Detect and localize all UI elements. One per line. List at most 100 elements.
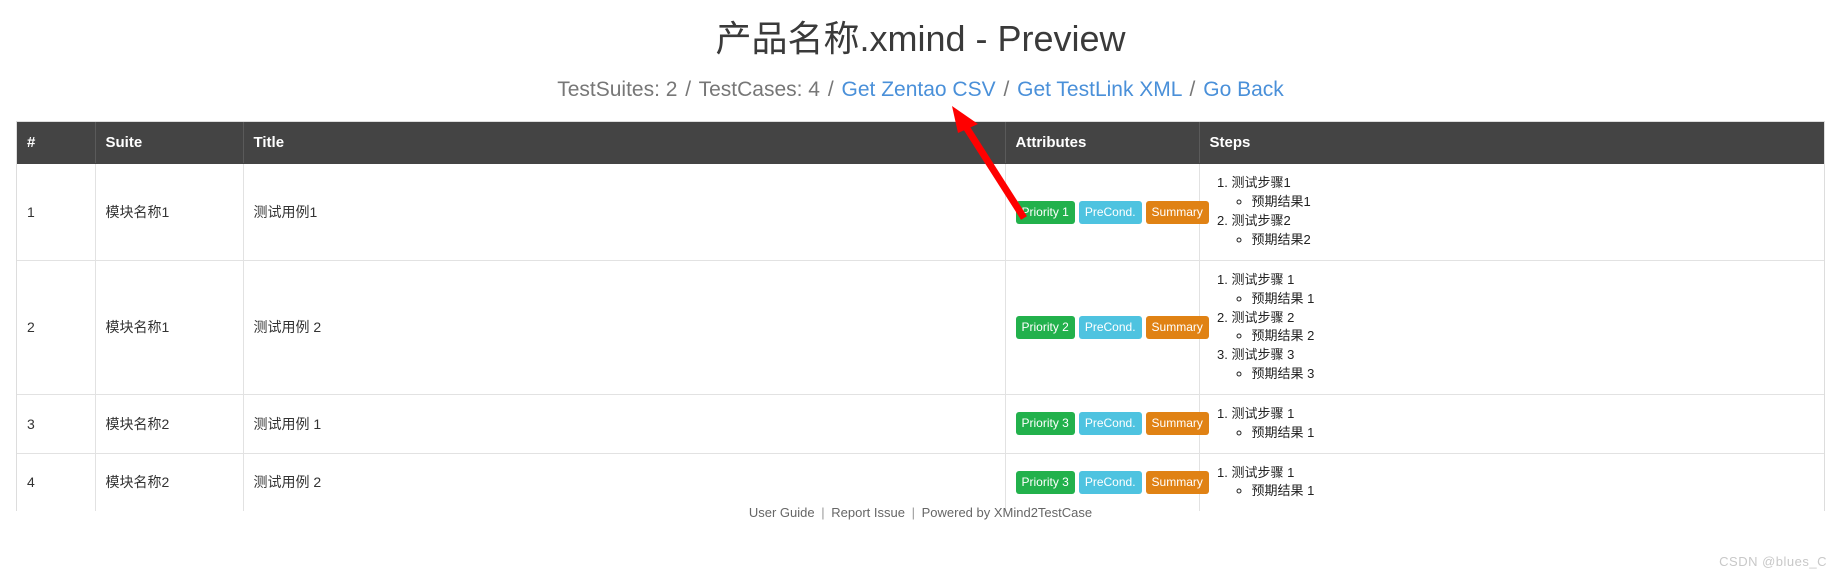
cell-steps: 测试步骤1 预期结果1测试步骤2 预期结果2 [1199, 164, 1824, 260]
table-row[interactable]: 4模块名称2测试用例 2 Priority 3PreCond.Summary 测试步… [17, 452, 1824, 512]
summary-badge[interactable]: Summary [1145, 315, 1209, 339]
cell-suite: 模块名称1 [95, 163, 244, 261]
step-item: 测试步骤 1 预期结果 1 [1232, 464, 1815, 502]
get-zentao-csv-link[interactable]: Get Zentao CSV [842, 78, 996, 101]
get-testlink-xml-link[interactable]: Get TestLink XML [1017, 78, 1182, 101]
footer-separator-2: | [911, 505, 915, 520]
precondition-badge[interactable]: PreCond. [1078, 200, 1142, 224]
expected-result-list: 预期结果2 [1232, 231, 1815, 250]
testcases-table-container: # Suite Title Attributes Steps 1 模块名称1 测试用… [16, 121, 1825, 512]
step-item: 测试步骤2 预期结果2 [1232, 212, 1815, 250]
summary-separator-3: / [1003, 78, 1010, 102]
cell-suite: 模块名称2 [95, 452, 244, 512]
cell-suite: 模块名称1 [95, 259, 244, 395]
expected-result-list: 预期结果 2 [1232, 327, 1815, 346]
summary-badge[interactable]: Summary [1145, 412, 1209, 436]
badge-group: Priority 1 PreCond. Summary [1015, 200, 1209, 224]
step-item: 测试步骤 1 预期结果 1 [1232, 405, 1815, 443]
expected-result-item: 预期结果 1 [1252, 424, 1815, 443]
priority-badge[interactable]: Priority 3 [1015, 470, 1075, 494]
priority-badge[interactable]: Priority 1 [1015, 200, 1075, 224]
testsuites-count: TestSuites: 2 [557, 78, 678, 102]
badge-group: Priority 2 PreCond. Summary [1015, 315, 1209, 339]
footer-separator-1: | [821, 505, 825, 520]
column-header-suite[interactable]: Suite [95, 122, 244, 165]
cell-title: 测试用例 2 [243, 259, 1006, 395]
step-item: 测试步骤1 预期结果1 [1232, 174, 1815, 212]
badge-group: Priority 3 PreCond. Summary [1015, 470, 1209, 494]
step-action: 测试步骤 3 [1231, 347, 1295, 363]
expected-result-list: 预期结果 3 [1232, 365, 1815, 384]
table-row[interactable]: 1模块名称1测试用例1Priority 1PreCond.Summary测试步骤… [17, 163, 1824, 261]
cell-index: 3 [17, 393, 96, 454]
footer: User Guide | Report Issue | Powered by X… [0, 505, 1841, 520]
cell-attributes: Priority 2 PreCond. Summary [1005, 259, 1209, 395]
precondition-badge[interactable]: PreCond. [1078, 470, 1142, 494]
cell-index: 4 [17, 452, 96, 512]
expected-result-item: 预期结果 3 [1252, 365, 1815, 384]
cell-index: 1 [17, 163, 96, 261]
expected-result-item: 预期结果 1 [1252, 482, 1815, 501]
step-item: 测试步骤 2 预期结果 2 [1232, 309, 1815, 347]
summary-bar: TestSuites: 2 / TestCases: 4 / Get Zenta… [0, 60, 1841, 103]
cell-index: 2 [17, 259, 96, 395]
column-header-steps[interactable]: Steps [1199, 122, 1824, 165]
precondition-badge[interactable]: PreCond. [1078, 412, 1142, 436]
steps-list: 测试步骤 1 预期结果 1 [1210, 405, 1815, 443]
preview-page: 产品名称.xmind - Preview TestSuites: 2 / Tes… [0, 0, 1841, 578]
expected-result-item: 预期结果2 [1252, 231, 1815, 250]
step-action: 测试步骤 1 [1231, 464, 1295, 480]
step-item: 测试步骤 1 预期结果 1 [1232, 271, 1815, 309]
cell-steps: 测试步骤 1 预期结果 1测试步骤 2 预期结果 2测试步骤 3 预期结果 3 [1199, 259, 1824, 395]
cell-steps: 测试步骤 1 预期结果 1 [1199, 452, 1824, 512]
step-action: 测试步骤2 [1231, 213, 1291, 229]
testcases-table: # Suite Title Attributes Steps 1 模块名称1 测试用… [17, 122, 1824, 512]
step-action: 测试步骤 1 [1231, 405, 1295, 421]
step-item: 测试步骤 3 预期结果 3 [1232, 346, 1815, 384]
expected-result-list: 预期结果 1 [1232, 482, 1815, 501]
column-header-title[interactable]: Title [243, 122, 1006, 165]
watermark: CSDN @blues_C [1719, 554, 1827, 569]
cell-attributes: Priority 1 PreCond. Summary [1005, 163, 1209, 261]
page-title: 产品名称.xmind - Preview [715, 18, 1126, 59]
summary-badge[interactable]: Summary [1145, 470, 1209, 494]
expected-result-item: 预期结果 2 [1252, 327, 1815, 346]
step-action: 测试步骤1 [1231, 175, 1291, 191]
summary-separator-1: / [685, 78, 692, 102]
cell-title: 测试用例 2 [243, 452, 1006, 512]
cell-attributes: Priority 3 PreCond. Summary [1005, 393, 1209, 454]
table-header-row: # Suite Title Attributes Steps [17, 122, 1824, 165]
report-issue-link[interactable]: Report Issue [831, 505, 905, 520]
steps-list: 测试步骤 1 预期结果 1 [1210, 464, 1815, 502]
go-back-link[interactable]: Go Back [1203, 78, 1284, 101]
precondition-badge[interactable]: PreCond. [1078, 315, 1142, 339]
table-body: 1模块名称1测试用例1Priority 1PreCond.Summary测试步骤… [17, 163, 1824, 512]
cell-attributes: Priority 3 PreCond. Summary [1005, 452, 1209, 512]
expected-result-item: 预期结果 1 [1252, 290, 1815, 309]
column-header-attributes[interactable]: Attributes [1005, 122, 1200, 165]
step-action: 测试步骤 2 [1231, 309, 1295, 325]
column-header-index[interactable]: # [17, 122, 96, 165]
summary-separator-2: / [827, 78, 834, 102]
badge-group: Priority 3 PreCond. Summary [1015, 412, 1209, 436]
testcases-count: TestCases: 4 [698, 78, 820, 102]
cell-title: 测试用例1 [243, 163, 1006, 261]
table-header: # Suite Title Attributes Steps [17, 122, 1824, 165]
user-guide-link[interactable]: User Guide [749, 505, 815, 520]
powered-by-label: Powered by XMind2TestCase [921, 505, 1093, 520]
cell-title: 测试用例 1 [243, 393, 1006, 454]
expected-result-item: 预期结果1 [1252, 193, 1815, 212]
cell-suite: 模块名称2 [95, 393, 244, 454]
expected-result-list: 预期结果 1 [1232, 290, 1815, 309]
steps-list: 测试步骤 1 预期结果 1测试步骤 2 预期结果 2测试步骤 3 预期结果 3 [1210, 271, 1815, 384]
priority-badge[interactable]: Priority 3 [1015, 412, 1075, 436]
summary-separator-4: / [1189, 78, 1196, 102]
cell-steps: 测试步骤 1 预期结果 1 [1199, 393, 1824, 454]
priority-badge[interactable]: Priority 2 [1015, 315, 1075, 339]
table-row[interactable]: 3模块名称2测试用例 1 Priority 3PreCond.Summary 测试步… [17, 393, 1824, 454]
table-row[interactable]: 2模块名称1测试用例 2Priority 2PreCond.Summary测试步… [17, 259, 1824, 395]
summary-badge[interactable]: Summary [1145, 200, 1209, 224]
expected-result-list: 预期结果 1 [1232, 424, 1815, 443]
step-action: 测试步骤 1 [1231, 271, 1295, 287]
expected-result-list: 预期结果1 [1232, 193, 1815, 212]
